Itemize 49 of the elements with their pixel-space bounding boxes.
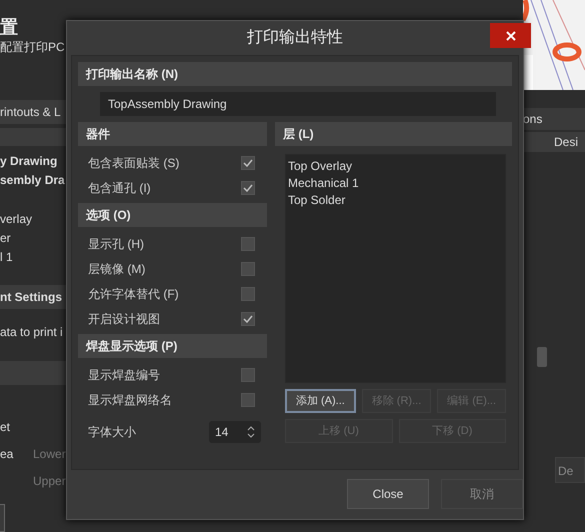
- window-subtitle: 配置打印PC: [0, 39, 66, 56]
- section-header: 层 (L): [275, 122, 512, 146]
- close-icon: [506, 30, 516, 40]
- checkbox-label: 允许字体替代 (F): [88, 286, 179, 302]
- spinner-arrows-icon: [247, 424, 255, 440]
- dialog-title: 打印输出特性: [247, 28, 343, 48]
- side-button[interactable]: [0, 504, 5, 532]
- dropdown-button[interactable]: [537, 347, 547, 367]
- font-size-spinner[interactable]: 14: [209, 421, 261, 443]
- list-item[interactable]: verlay: [0, 210, 70, 229]
- column-header: Desi: [523, 132, 585, 152]
- option-label: ea: [0, 446, 14, 462]
- field-label: Lower: [33, 446, 66, 462]
- checkbox[interactable]: [241, 368, 255, 382]
- list-item[interactable]: Top Overlay: [288, 158, 503, 175]
- checkbox[interactable]: [241, 286, 255, 300]
- checkbox[interactable]: [241, 180, 255, 194]
- close-button[interactable]: [490, 23, 531, 48]
- checkbox[interactable]: [241, 392, 255, 406]
- tab[interactable]: ons: [523, 108, 585, 130]
- checkbox-label: 显示焊盘网络名: [88, 392, 172, 408]
- list-item[interactable]: er: [0, 229, 70, 248]
- option-label: et: [0, 418, 12, 436]
- checkbox-label: 包含表面贴装 (S): [88, 154, 180, 172]
- name-field[interactable]: TopAssembly Drawing: [100, 92, 496, 116]
- window-title: 置: [0, 16, 19, 38]
- checkbox-label: 显示孔 (H): [88, 236, 144, 252]
- checkbox-label: 层镜像 (M): [88, 260, 146, 278]
- checkbox[interactable]: [241, 262, 255, 276]
- layer-button[interactable]: 添加 (A)...: [285, 389, 356, 413]
- list-item[interactable]: l 1: [0, 248, 70, 267]
- section-header: 选项 (O): [78, 203, 267, 227]
- checkbox-label: 包含通孔 (I): [88, 180, 151, 196]
- checkbox[interactable]: [241, 312, 255, 326]
- list-item[interactable]: Top Solder: [288, 192, 503, 209]
- list-item[interactable]: Mechanical 1: [288, 175, 503, 192]
- checkbox-label: 显示焊盘编号: [88, 366, 160, 384]
- list-item[interactable]: sembly Dra: [0, 171, 70, 190]
- list-item[interactable]: y Drawing: [0, 152, 70, 171]
- checkbox-label: 开启设计视图: [88, 310, 160, 328]
- dialog-button[interactable]: Close: [347, 479, 429, 509]
- checkbox[interactable]: [241, 236, 255, 250]
- section-header: 焊盘显示选项 (P): [78, 334, 267, 358]
- field-label: Upper: [33, 472, 66, 490]
- description-text: ata to print i: [0, 324, 64, 341]
- checkbox[interactable]: [241, 156, 255, 170]
- section-header: 打印输出名称 (N): [78, 62, 512, 86]
- field-label: 字体大小: [88, 424, 136, 441]
- section-header: 器件: [78, 122, 267, 146]
